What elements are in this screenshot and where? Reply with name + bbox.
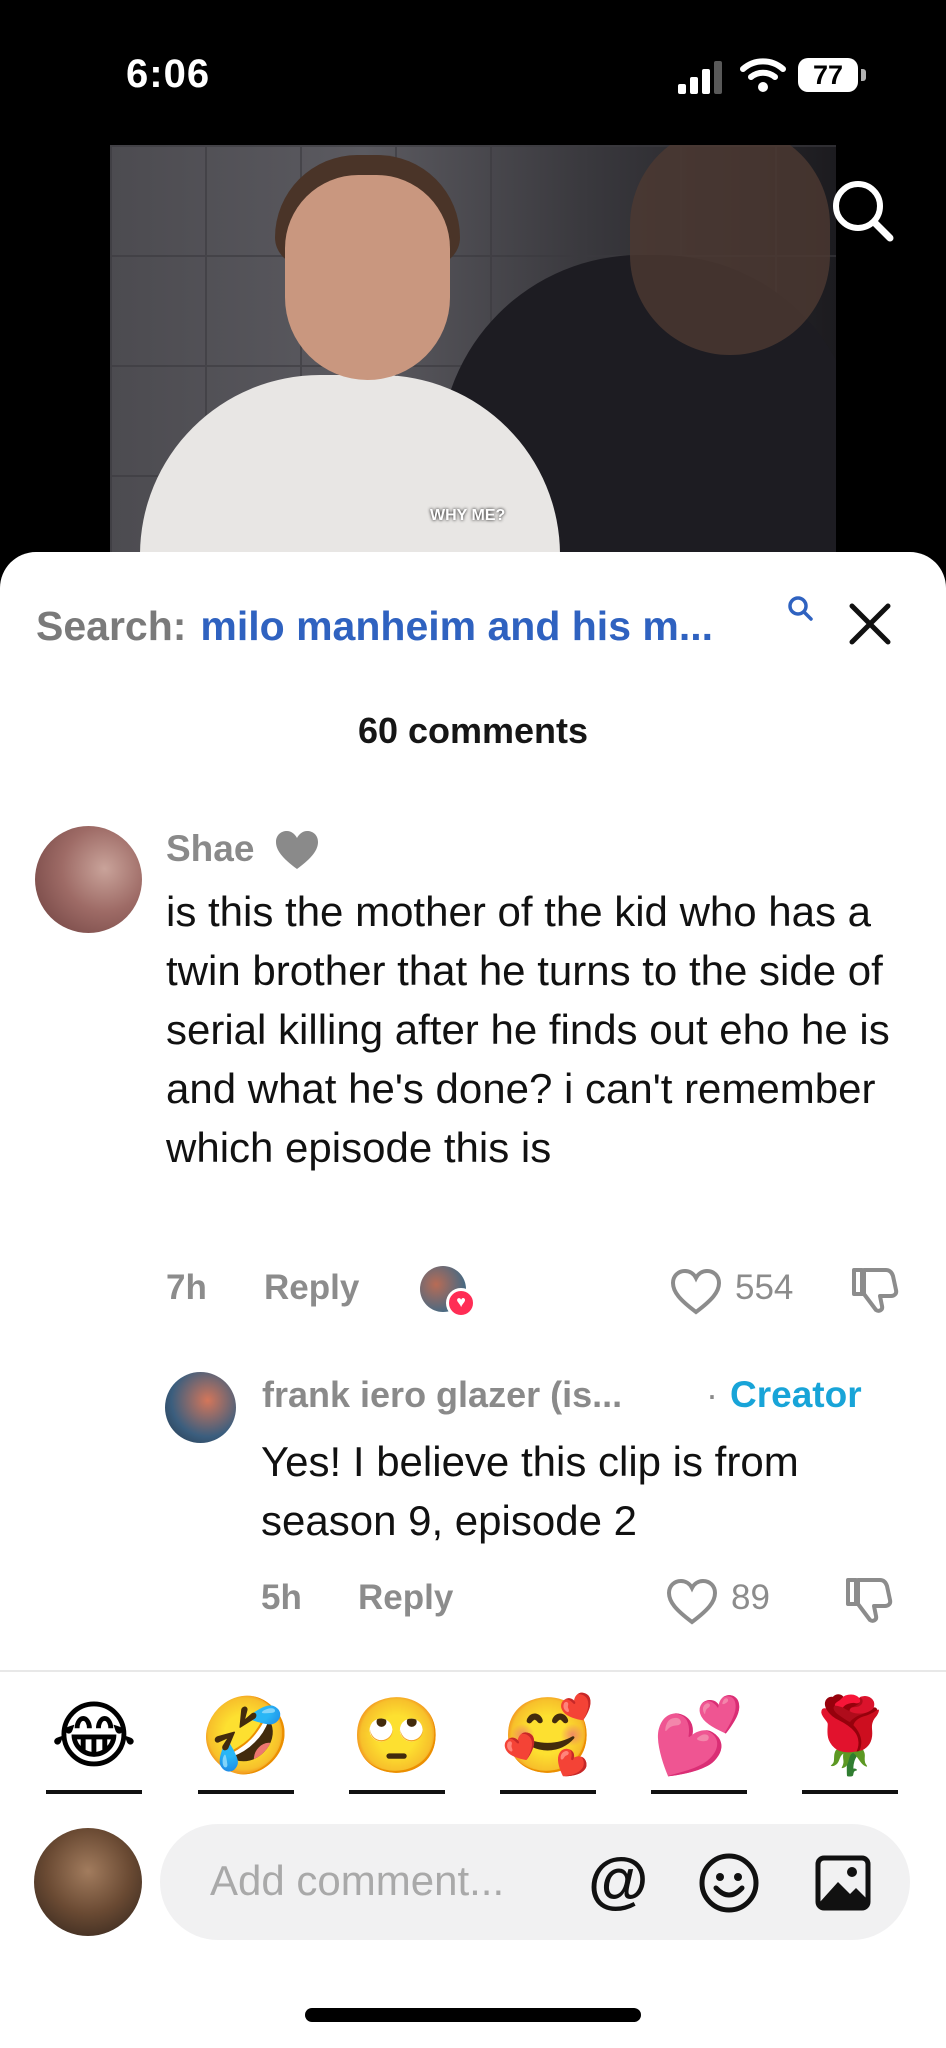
creator-liked-heart-icon: ♥ [446, 1288, 476, 1318]
emoji-rolling-laughing[interactable]: 🤣 [198, 1694, 294, 1794]
mention-icon[interactable]: @ [588, 1848, 648, 1914]
reply-button[interactable]: Reply [358, 1578, 453, 1618]
comment-timestamp: 7h [166, 1268, 207, 1307]
search-prefix: Search: [36, 602, 187, 649]
comment-author[interactable]: frank iero glazer (is... [262, 1374, 622, 1416]
comment-author[interactable]: Shae [166, 828, 254, 870]
emoji-rose[interactable]: 🌹 [802, 1694, 898, 1794]
video-figure-left-head [285, 175, 450, 380]
emoji-eye-roll[interactable]: 🙄 [349, 1694, 445, 1794]
dislike-icon[interactable] [848, 1264, 900, 1316]
quick-emoji-bar: 😂 🤣 🙄 🥰 💕 🌹 [0, 1694, 946, 1794]
emoji-two-hearts[interactable]: 💕 [651, 1694, 747, 1794]
emoji-tears-of-joy[interactable]: 😂 [46, 1694, 142, 1794]
separator-dot: · [706, 1374, 718, 1415]
comment-timestamp: 5h [261, 1578, 302, 1617]
status-time: 6:06 [126, 52, 211, 96]
video-subtitle: WHY ME? [430, 507, 506, 524]
small-search-icon [788, 596, 813, 621]
like-count: 89 [731, 1578, 770, 1617]
search-suggestion[interactable]: Search: milo manheim and his m... [36, 596, 816, 656]
comment-input-placeholder: Add comment... [210, 1857, 505, 1904]
like-count: 554 [735, 1268, 794, 1307]
grey-heart-icon [276, 831, 318, 869]
home-indicator [305, 2008, 641, 2022]
search-icon[interactable] [828, 176, 898, 246]
status-bar: 6:06 77 [0, 0, 946, 145]
close-icon[interactable] [844, 598, 896, 650]
reply-button[interactable]: Reply [264, 1268, 359, 1308]
comment-text: is this the mother of the kid who has a … [166, 888, 890, 1171]
like-heart-icon[interactable] [670, 1268, 722, 1316]
creator-badge: Creator [730, 1374, 862, 1415]
comment-text: Yes! I believe this clip is from season … [261, 1438, 799, 1544]
avatar[interactable] [35, 826, 142, 933]
wifi-icon [740, 58, 786, 92]
comments-count: 60 comments [357, 710, 589, 751]
dislike-icon[interactable] [842, 1574, 894, 1626]
emoji-picker-icon[interactable] [698, 1852, 760, 1914]
search-query-link[interactable]: milo manheim and his m... [200, 603, 713, 650]
video-figure-right-head [630, 145, 830, 355]
divider [0, 1670, 946, 1672]
battery-indicator: 77 [798, 58, 858, 92]
cellular-signal-icon [678, 60, 722, 94]
like-heart-icon[interactable] [666, 1578, 718, 1626]
battery-tip [861, 69, 866, 81]
comment-input[interactable]: Add comment... @ [160, 1824, 910, 1940]
video-player[interactable]: WHY ME? [110, 145, 836, 553]
my-avatar [34, 1828, 142, 1936]
emoji-smiling-hearts[interactable]: 🥰 [500, 1694, 596, 1794]
comments-sheet: Search: milo manheim and his m... 60 com… [0, 552, 946, 2048]
avatar[interactable] [165, 1372, 236, 1443]
image-attach-icon[interactable] [814, 1854, 872, 1912]
